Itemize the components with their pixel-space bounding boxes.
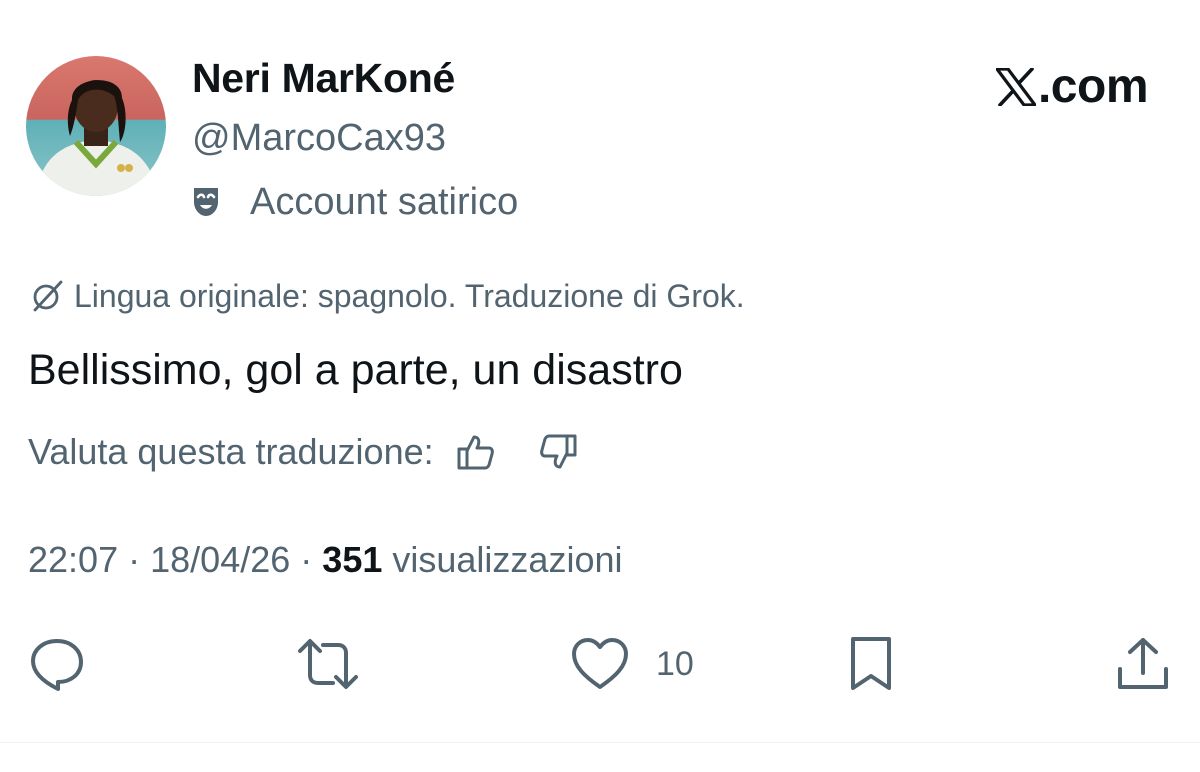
- tweet-meta: 22:07 · 18/04/26 · 351 visualizzazioni: [28, 532, 623, 588]
- tweet-text: Bellissimo, gol a parte, un disastro: [28, 346, 683, 394]
- tweet-time[interactable]: 22:07: [28, 539, 118, 581]
- thumbs-down-button[interactable]: [536, 430, 580, 474]
- grok-icon: [30, 279, 64, 313]
- thumbs-up-button[interactable]: [454, 430, 498, 474]
- avatar[interactable]: [26, 56, 166, 196]
- rate-translation: Valuta questa traduzione:: [28, 426, 580, 478]
- rate-translation-prompt: Valuta questa traduzione:: [28, 431, 434, 472]
- repost-icon: [298, 639, 358, 689]
- translation-note-text: Lingua originale: spagnolo. Traduzione d…: [74, 277, 745, 314]
- tweet-actions: 10: [0, 632, 1200, 696]
- brand-site-text: .com: [1037, 60, 1149, 113]
- meta-separator: ·: [300, 539, 313, 580]
- avatar-image: [26, 56, 166, 196]
- meta-separator: ·: [128, 539, 141, 580]
- share-icon: [1118, 638, 1168, 689]
- display-name[interactable]: Neri MarKoné: [192, 52, 455, 104]
- x-brand: .com: [995, 58, 1149, 116]
- views-count[interactable]: 351: [322, 539, 382, 581]
- account-label-text: Account satirico: [250, 180, 519, 223]
- repost-button[interactable]: [296, 632, 360, 696]
- username-handle[interactable]: @MarcoCax93: [192, 112, 446, 164]
- x-logo-icon: [995, 68, 1036, 106]
- bookmark-icon: [851, 637, 891, 690]
- tweet-date[interactable]: 18/04/26: [150, 539, 290, 581]
- like-button[interactable]: 10: [570, 632, 694, 696]
- like-count: 10: [656, 644, 694, 683]
- bottom-divider: [0, 742, 1200, 743]
- translation-note: Lingua originale: spagnolo. Traduzione d…: [30, 276, 745, 316]
- reply-icon: [31, 639, 83, 691]
- share-button[interactable]: [1114, 632, 1172, 696]
- theater-mask-icon: [192, 186, 220, 218]
- bookmark-button[interactable]: [846, 632, 896, 696]
- thumbs-down-icon: [539, 434, 577, 469]
- reply-button[interactable]: [28, 632, 86, 696]
- thumbs-up-icon: [457, 435, 494, 470]
- views-label: visualizzazioni: [392, 539, 623, 580]
- heart-icon: [572, 638, 628, 689]
- account-label[interactable]: Account satirico: [192, 176, 518, 228]
